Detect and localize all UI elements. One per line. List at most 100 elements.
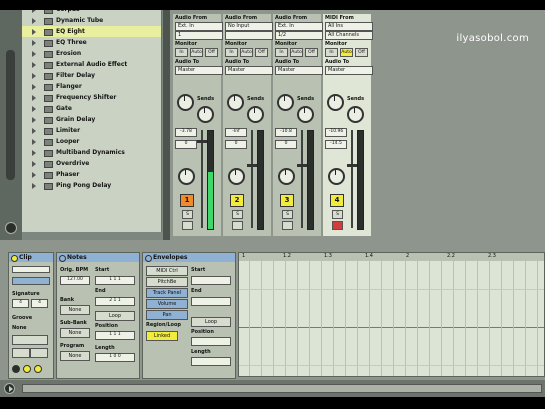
expand-arrow-icon[interactable] xyxy=(32,172,36,178)
clip-panel-title[interactable]: Clip xyxy=(9,253,53,262)
track-activator-button[interactable]: 1 xyxy=(180,194,194,207)
send-b-knob[interactable] xyxy=(197,106,214,123)
clip-nudge-forward-button[interactable] xyxy=(30,348,48,358)
pan-field[interactable]: -14.5 xyxy=(325,140,347,149)
browser-item[interactable]: EQ Eight xyxy=(22,26,161,37)
pan-knob[interactable] xyxy=(278,168,295,185)
input-type-select[interactable]: All Ins xyxy=(325,22,373,31)
volume-field[interactable]: -10.96 xyxy=(325,128,347,137)
start-field[interactable]: 1 1 1 xyxy=(95,276,135,285)
volume-field[interactable]: -Inf xyxy=(225,128,247,137)
send-b-knob[interactable] xyxy=(347,106,364,123)
expand-arrow-icon[interactable] xyxy=(32,128,36,134)
input-type-select[interactable]: No Input xyxy=(225,22,273,31)
browser-item[interactable]: Looper xyxy=(22,136,161,147)
signature-denominator[interactable]: 4 xyxy=(31,299,48,308)
browser-item[interactable]: Ping Pong Delay xyxy=(22,180,161,191)
solo-button[interactable]: S xyxy=(232,210,243,219)
envelopes-panel-title[interactable]: Envelopes xyxy=(143,253,235,262)
expand-arrow-icon[interactable] xyxy=(32,40,36,46)
volume-fader[interactable] xyxy=(251,130,253,228)
solo-button[interactable]: S xyxy=(182,210,193,219)
send-b-knob[interactable] xyxy=(297,106,314,123)
send-a-knob[interactable] xyxy=(277,94,294,111)
panel-divider[interactable] xyxy=(163,10,170,240)
expand-arrow-icon[interactable] xyxy=(32,117,36,123)
browser-item[interactable]: External Audio Effect xyxy=(22,59,161,70)
browser-item[interactable]: EQ Three xyxy=(22,37,161,48)
clip-name-field[interactable] xyxy=(12,266,50,273)
expand-arrow-icon[interactable] xyxy=(32,150,36,156)
show-notes-icon[interactable] xyxy=(23,365,31,373)
browser-item[interactable]: Multiband Dynamics xyxy=(22,147,161,158)
pan-button[interactable]: Pan xyxy=(146,310,188,320)
fader-thumb[interactable] xyxy=(247,164,257,167)
envelope-end-field[interactable] xyxy=(191,297,231,306)
send-b-knob[interactable] xyxy=(247,106,264,123)
browser-item[interactable]: Dynamic Tube xyxy=(22,15,161,26)
monitor-off-button[interactable]: Off xyxy=(305,48,318,57)
solo-button[interactable]: S xyxy=(282,210,293,219)
input-channel-select[interactable]: 1 xyxy=(175,31,223,40)
browser-item[interactable]: Erosion xyxy=(22,48,161,59)
monitor-auto-button[interactable]: Auto xyxy=(190,48,203,57)
track-activator-button[interactable]: 3 xyxy=(280,194,294,207)
envelope-length-field[interactable] xyxy=(191,357,231,366)
expand-arrow-icon[interactable] xyxy=(32,183,36,189)
envelope-loop-button[interactable]: Loop xyxy=(191,317,231,327)
browser-item[interactable]: Frequency Shifter xyxy=(22,92,161,103)
volume-fader[interactable] xyxy=(201,130,203,228)
input-type-select[interactable]: Ext. In xyxy=(175,22,223,31)
show-envelopes-icon[interactable] xyxy=(34,365,42,373)
signature-numerator[interactable]: 4 xyxy=(12,299,29,308)
monitor-off-button[interactable]: Off xyxy=(255,48,268,57)
browser-item[interactable]: Overdrive xyxy=(22,158,161,169)
track-activator-button[interactable]: 4 xyxy=(330,194,344,207)
expand-arrow-icon[interactable] xyxy=(32,139,36,145)
envelope-start-field[interactable] xyxy=(191,276,231,285)
loop-button[interactable]: Loop xyxy=(95,311,135,321)
clip-activator-icon[interactable] xyxy=(11,255,18,262)
browser-item[interactable]: Gate xyxy=(22,103,161,114)
monitor-in-button[interactable]: In xyxy=(225,48,238,57)
length-field[interactable]: 1 0 0 xyxy=(95,353,135,362)
volume-fader[interactable] xyxy=(351,130,353,228)
clip-nudge-back-button[interactable] xyxy=(12,348,30,358)
pan-field[interactable]: 0 xyxy=(175,140,197,149)
clip-launch-icon[interactable] xyxy=(12,365,20,373)
expand-arrow-icon[interactable] xyxy=(32,106,36,112)
beat-ruler[interactable]: 1 1.2 1.3 1.4 2 2.2 2.3 xyxy=(239,253,544,261)
output-select[interactable]: Master xyxy=(325,66,373,75)
arm-button[interactable] xyxy=(332,221,343,230)
browser-item[interactable]: Grain Delay xyxy=(22,114,161,125)
linked-button[interactable]: Linked xyxy=(146,331,178,341)
solo-button[interactable]: S xyxy=(332,210,343,219)
output-select[interactable]: Master xyxy=(275,66,323,75)
browser-toggle-button[interactable] xyxy=(5,222,17,234)
volume-field[interactable]: -3.78 xyxy=(175,128,197,137)
expand-arrow-icon[interactable] xyxy=(32,62,36,68)
bank-select[interactable]: None xyxy=(60,305,90,315)
volume-field[interactable]: -10.8 xyxy=(275,128,297,137)
expand-arrow-icon[interactable] xyxy=(32,84,36,90)
arm-button[interactable] xyxy=(182,221,193,230)
pan-knob[interactable] xyxy=(328,168,345,185)
pan-knob[interactable] xyxy=(228,168,245,185)
volume-fader[interactable] xyxy=(301,130,303,228)
bpm-field[interactable]: 127.00 xyxy=(60,276,90,285)
arm-button[interactable] xyxy=(232,221,243,230)
expand-arrow-icon[interactable] xyxy=(32,29,36,35)
pan-knob[interactable] xyxy=(178,168,195,185)
fader-thumb[interactable] xyxy=(347,164,357,167)
monitor-in-button[interactable]: In xyxy=(275,48,288,57)
input-type-select[interactable]: Ext. In xyxy=(275,22,323,31)
envelope-source-select[interactable]: MIDI Ctrl xyxy=(146,266,188,276)
monitor-auto-button[interactable]: Auto xyxy=(290,48,303,57)
envelope-position-field[interactable] xyxy=(191,337,231,346)
pan-field[interactable]: 0 xyxy=(275,140,297,149)
track-activator-button[interactable]: 2 xyxy=(230,194,244,207)
monitor-in-button[interactable]: In xyxy=(325,48,338,57)
play-icon[interactable] xyxy=(4,383,15,394)
output-select[interactable]: Master xyxy=(225,66,273,75)
browser-item[interactable]: Filter Delay xyxy=(22,70,161,81)
